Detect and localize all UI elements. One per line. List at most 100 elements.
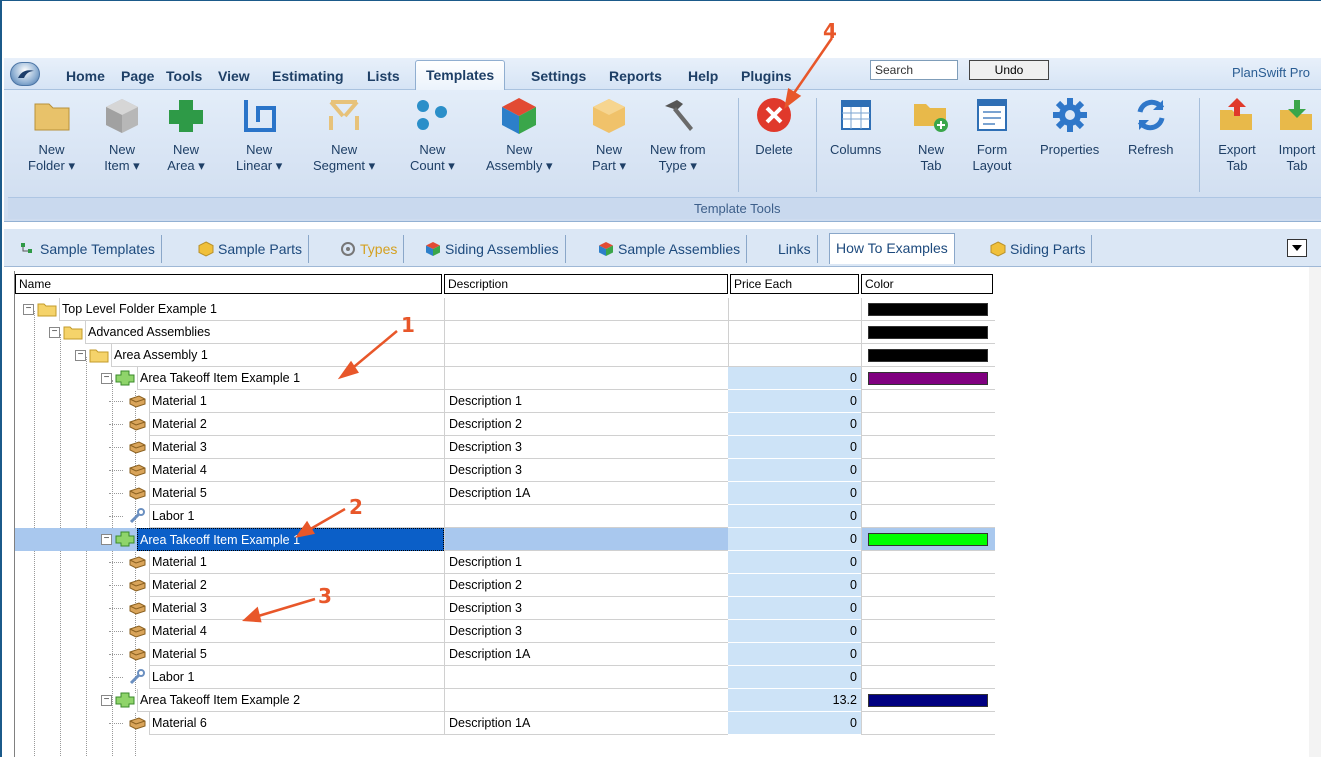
row-color[interactable] <box>861 597 995 620</box>
table-row[interactable]: Material 4 Description 30 <box>15 620 995 643</box>
row-name[interactable]: Labor 1 <box>149 505 444 528</box>
new-from-type-button[interactable]: New from Type ▾ <box>650 94 706 174</box>
row-price-each[interactable]: 0 <box>728 482 861 505</box>
collapse-toggle-icon[interactable]: − <box>23 304 34 315</box>
tab-siding-assemblies[interactable]: Siding Assemblies <box>419 235 566 263</box>
row-price-each[interactable]: 0 <box>728 413 861 436</box>
new-segment-button[interactable]: New Segment ▾ <box>313 94 375 174</box>
row-price-each[interactable] <box>728 321 861 344</box>
row-description[interactable] <box>444 344 728 367</box>
menu-lists[interactable]: Lists <box>367 68 400 84</box>
row-color[interactable] <box>861 436 995 459</box>
row-name[interactable]: Material 3 <box>149 436 444 459</box>
row-color[interactable] <box>861 620 995 643</box>
column-header-name[interactable]: Name <box>15 274 442 294</box>
row-price-each[interactable]: 0 <box>728 459 861 482</box>
table-row[interactable]: Material 1 Description 10 <box>15 390 995 413</box>
row-name[interactable]: Area Takeoff Item Example 1 <box>137 367 444 390</box>
menu-plugins[interactable]: Plugins <box>741 68 792 84</box>
row-description[interactable]: Description 1A <box>444 712 728 735</box>
menu-estimating[interactable]: Estimating <box>272 68 344 84</box>
row-color[interactable] <box>861 413 995 436</box>
delete-button[interactable]: Delete <box>753 94 795 158</box>
row-name[interactable]: Material 6 <box>149 712 444 735</box>
row-name[interactable]: Labor 1 <box>149 666 444 689</box>
new-item-button[interactable]: New Item ▾ <box>101 94 143 174</box>
table-row[interactable]: − Area Assembly 1 <box>15 344 995 367</box>
collapse-toggle-icon[interactable]: − <box>101 695 112 706</box>
new-tab-button[interactable]: New Tab <box>910 94 952 174</box>
row-description[interactable] <box>444 528 728 551</box>
row-name[interactable]: Area Takeoff Item Example 1 <box>137 528 444 551</box>
row-name[interactable]: Material 3 <box>149 597 444 620</box>
collapse-toggle-icon[interactable]: − <box>101 534 112 545</box>
row-name[interactable]: Material 5 <box>149 643 444 666</box>
row-price-each[interactable]: 0 <box>728 505 861 528</box>
export-tab-button[interactable]: Export Tab <box>1216 94 1258 174</box>
menu-settings[interactable]: Settings <box>531 68 586 84</box>
row-description[interactable]: Description 1A <box>444 643 728 666</box>
row-price-each[interactable]: 0 <box>728 551 861 574</box>
table-row[interactable]: Material 4 Description 30 <box>15 459 995 482</box>
table-row[interactable]: − Area Takeoff Item Example 1 0 <box>15 528 995 551</box>
tab-sample-assemblies[interactable]: Sample Assemblies <box>592 235 748 263</box>
row-description[interactable] <box>444 298 728 321</box>
row-color[interactable] <box>861 689 995 712</box>
menu-home[interactable]: Home <box>66 68 105 84</box>
new-linear-button[interactable]: New Linear ▾ <box>236 94 282 174</box>
app-menu-orb-icon[interactable] <box>10 62 40 86</box>
tab-siding-parts[interactable]: Siding Parts <box>984 235 1093 263</box>
refresh-button[interactable]: Refresh <box>1128 94 1174 158</box>
search-input[interactable]: Search <box>870 60 958 80</box>
row-name[interactable]: Material 4 <box>149 459 444 482</box>
row-name[interactable]: Material 1 <box>149 390 444 413</box>
row-color[interactable] <box>861 321 995 344</box>
table-row[interactable]: Material 3 Description 30 <box>15 436 995 459</box>
collapse-toggle-icon[interactable]: − <box>49 327 60 338</box>
column-header-price-each[interactable]: Price Each <box>730 274 859 294</box>
row-price-each[interactable]: 0 <box>728 528 861 551</box>
row-name[interactable]: Material 4 <box>149 620 444 643</box>
columns-button[interactable]: Columns <box>830 94 881 158</box>
table-row[interactable]: − Advanced Assemblies <box>15 321 995 344</box>
row-name[interactable]: Material 2 <box>149 413 444 436</box>
row-color[interactable] <box>861 528 995 551</box>
properties-button[interactable]: Properties <box>1040 94 1099 158</box>
menu-page[interactable]: Page <box>121 68 154 84</box>
vertical-scrollbar[interactable] <box>1309 267 1321 757</box>
row-description[interactable]: Description 3 <box>444 597 728 620</box>
row-name[interactable]: Top Level Folder Example 1 <box>59 298 444 321</box>
row-color[interactable] <box>861 367 995 390</box>
table-row[interactable]: Material 5 Description 1A 0 <box>15 482 995 505</box>
table-row[interactable]: Labor 1 0 <box>15 666 995 689</box>
row-description[interactable] <box>444 666 728 689</box>
row-description[interactable] <box>444 321 728 344</box>
table-row[interactable]: Material 6 Description 1A 0 <box>15 712 995 735</box>
undo-button[interactable]: Undo <box>969 60 1049 80</box>
menu-view[interactable]: View <box>218 68 250 84</box>
tab-list-dropdown[interactable] <box>1287 239 1307 257</box>
row-price-each[interactable]: 0 <box>728 390 861 413</box>
row-price-each[interactable] <box>728 344 861 367</box>
table-row[interactable]: Material 2 Description 20 <box>15 413 995 436</box>
menu-tools[interactable]: Tools <box>166 68 202 84</box>
new-assembly-button[interactable]: New Assembly ▾ <box>486 94 553 174</box>
tab-how-to-examples[interactable]: How To Examples <box>829 233 955 264</box>
row-description[interactable]: Description 2 <box>444 574 728 597</box>
new-part-button[interactable]: New Part ▾ <box>588 94 630 174</box>
row-description[interactable]: Description 1A <box>444 482 728 505</box>
row-name[interactable]: Advanced Assemblies <box>85 321 444 344</box>
column-header-color[interactable]: Color <box>861 274 993 294</box>
row-price-each[interactable]: 0 <box>728 436 861 459</box>
row-price-each[interactable]: 0 <box>728 597 861 620</box>
tab-sample-templates[interactable]: Sample Templates <box>14 235 162 263</box>
tab-sample-parts[interactable]: Sample Parts <box>192 235 310 263</box>
row-color[interactable] <box>861 459 995 482</box>
row-color[interactable] <box>861 551 995 574</box>
row-name[interactable]: Area Takeoff Item Example 2 <box>137 689 444 712</box>
collapse-toggle-icon[interactable]: − <box>75 350 86 361</box>
collapse-toggle-icon[interactable]: − <box>101 373 112 384</box>
row-description[interactable]: Description 2 <box>444 413 728 436</box>
row-color[interactable] <box>861 482 995 505</box>
row-description[interactable]: Description 3 <box>444 459 728 482</box>
